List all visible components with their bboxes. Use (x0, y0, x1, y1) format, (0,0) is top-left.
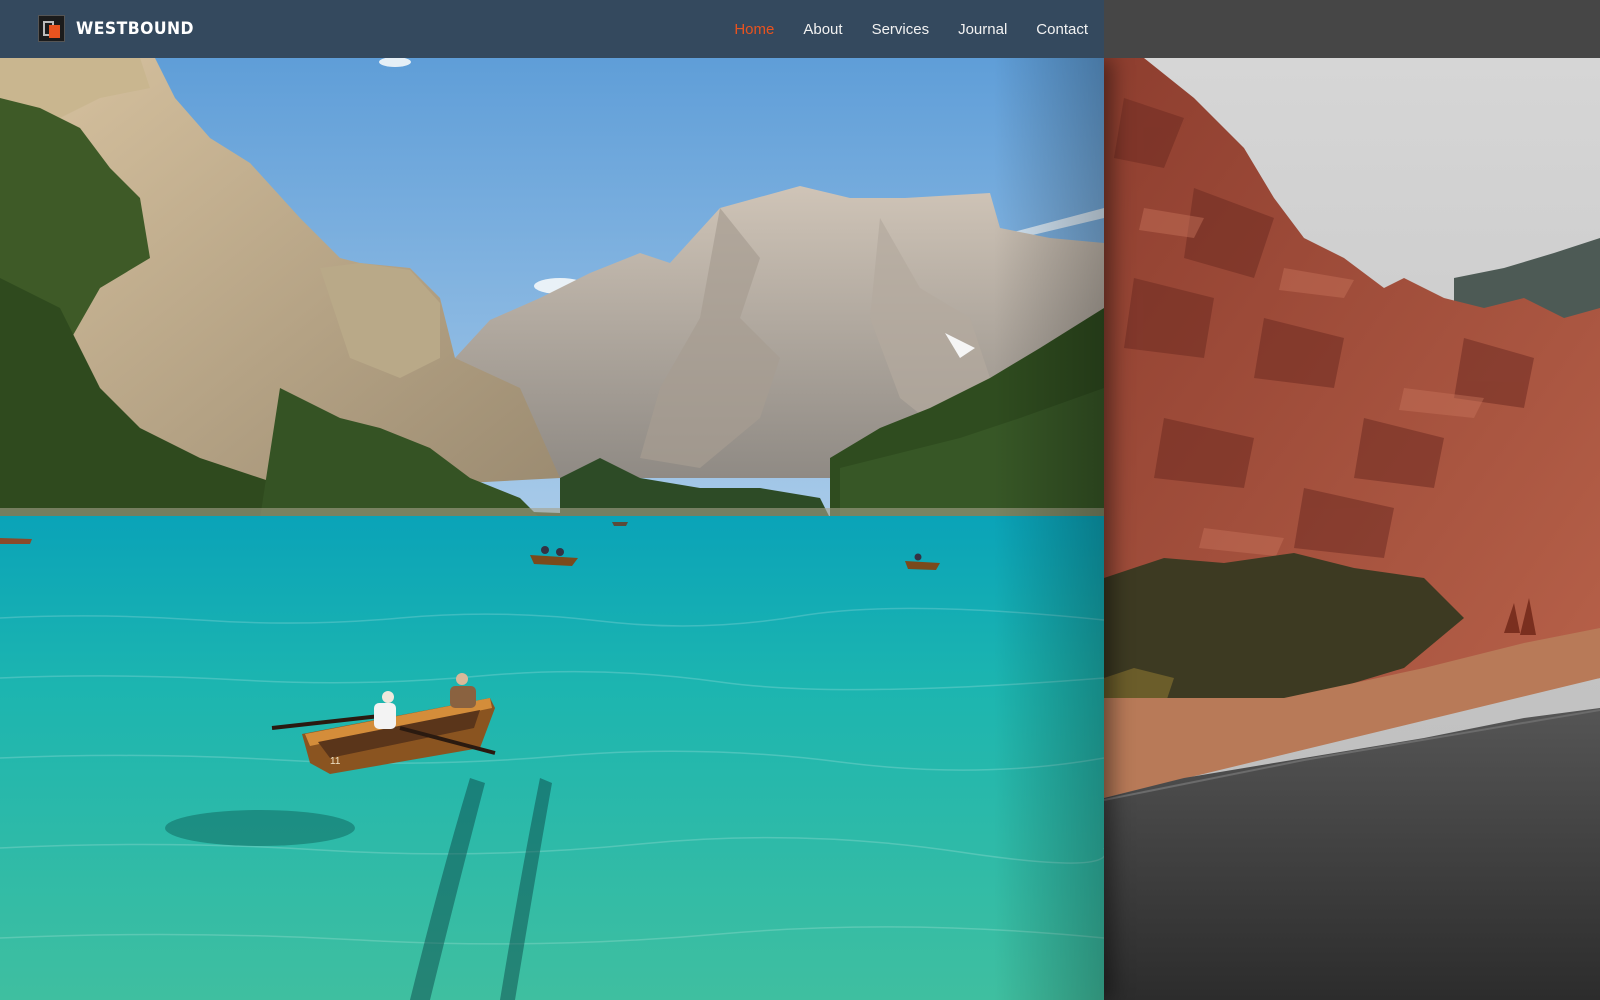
red-rock-road-photo (1104, 58, 1600, 1000)
hero-slide-canyon-road[interactable] (1104, 58, 1600, 1000)
navbar-background-right (1104, 0, 1600, 58)
nav-item-journal[interactable]: Journal (958, 21, 1007, 38)
lake-mountain-photo: 11 (0, 58, 1104, 1000)
brand-link[interactable]: WESTBOUND (38, 15, 204, 42)
top-navbar: WESTBOUND Home About Services Journal Co… (0, 0, 1600, 58)
nav-item-home[interactable]: Home (734, 21, 774, 38)
westbound-logo-icon (38, 15, 65, 42)
page: WESTBOUND Home About Services Journal Co… (0, 0, 1600, 1000)
nav-item-about[interactable]: About (803, 21, 842, 38)
main-nav: Home About Services Journal Contact (734, 0, 1088, 58)
nav-item-services[interactable]: Services (872, 21, 930, 38)
nav-item-contact[interactable]: Contact (1036, 21, 1088, 38)
hero-slide-lake[interactable]: 11 (0, 58, 1104, 1000)
brand-name: WESTBOUND (76, 18, 195, 39)
